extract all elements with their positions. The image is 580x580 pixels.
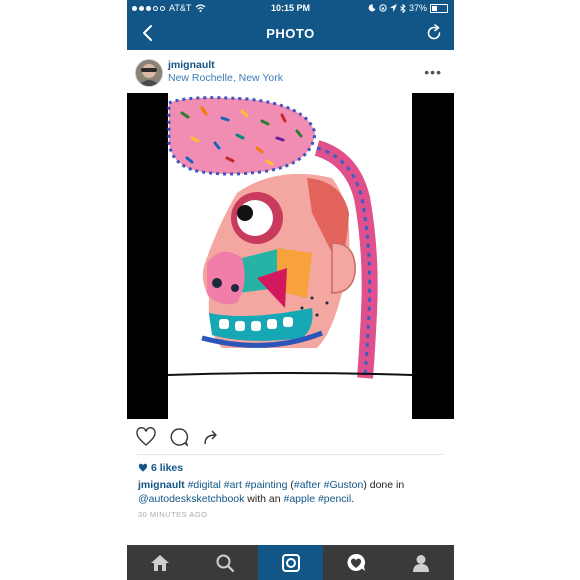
caption-hashtag[interactable]: #pencil	[318, 493, 351, 505]
phone-screen: AT&T 10:15 PM 37% PHOTO jmignault New Ro…	[127, 0, 454, 580]
search-icon	[216, 554, 235, 572]
battery-icon	[430, 3, 448, 13]
caption-username[interactable]: jmignault	[138, 479, 185, 491]
tab-profile[interactable]	[389, 545, 454, 580]
more-options-icon[interactable]: •••	[424, 64, 442, 80]
orientation-lock-icon	[379, 4, 387, 12]
bluetooth-icon	[400, 3, 406, 13]
tab-camera[interactable]	[257, 545, 324, 580]
location-arrow-icon	[389, 4, 397, 12]
caption-hashtag[interactable]: @autodesksketchbook	[138, 493, 244, 505]
battery-fill	[432, 5, 438, 11]
comment-icon[interactable]	[168, 426, 190, 448]
battery-percent: 37%	[408, 3, 427, 13]
post-username[interactable]: jmignault	[168, 59, 215, 71]
caption-hashtag[interactable]: #Guston	[324, 479, 364, 491]
painting-image	[127, 93, 454, 419]
caption-hashtag[interactable]: #after	[294, 479, 321, 491]
activity-icon	[347, 553, 365, 571]
avatar-image	[136, 60, 162, 86]
caption-hashtag[interactable]: #apple	[284, 493, 316, 505]
tab-search[interactable]	[192, 545, 257, 580]
caption-text: with an	[244, 493, 284, 505]
moon-icon	[368, 4, 376, 12]
caption-hashtag[interactable]: #digital	[188, 479, 221, 491]
tab-home[interactable]	[127, 545, 192, 580]
post-header: jmignault New Rochelle, New York •••	[127, 50, 454, 93]
avatar[interactable]	[135, 59, 163, 87]
page-title: PHOTO	[266, 26, 315, 41]
tab-activity[interactable]	[323, 545, 388, 580]
nav-bar: PHOTO	[127, 17, 454, 50]
heart-icon[interactable]	[135, 426, 157, 448]
post-photo[interactable]	[127, 93, 454, 419]
action-row	[127, 426, 454, 450]
camera-icon	[281, 553, 300, 572]
post-location[interactable]: New Rochelle, New York	[168, 72, 283, 84]
likes-count[interactable]: 6 likes	[138, 462, 183, 474]
profile-icon	[413, 554, 430, 572]
caption-text: ) done in	[363, 479, 405, 491]
caption-text: .	[351, 493, 355, 505]
divider	[137, 454, 444, 455]
status-bar: AT&T 10:15 PM 37%	[127, 0, 454, 17]
tab-bar	[127, 545, 454, 580]
share-icon[interactable]	[201, 426, 223, 448]
heart-icon	[138, 463, 148, 472]
post-timestamp: 30 MINUTES AGO	[138, 510, 208, 519]
status-right: 37%	[368, 3, 448, 13]
home-icon	[150, 554, 169, 571]
caption-hashtag[interactable]: #art	[224, 479, 242, 491]
caption-hashtag[interactable]: #painting	[245, 479, 288, 491]
likes-label: 6 likes	[151, 462, 184, 474]
post-caption: jmignault #digital #art #painting (#afte…	[138, 478, 446, 506]
refresh-icon[interactable]	[424, 23, 444, 43]
